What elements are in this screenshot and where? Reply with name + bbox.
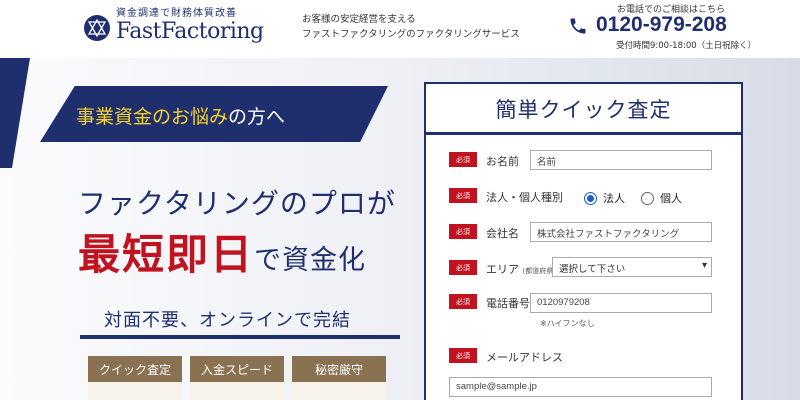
company-input[interactable]: 株式会社ファストファクタリング xyxy=(530,222,712,242)
required-badge: 必須 xyxy=(449,224,477,239)
header-desc-line: お客様の安定経営を支える xyxy=(302,14,416,25)
required-badge: 必須 xyxy=(449,348,477,363)
email-input[interactable]: sample@sample.jp xyxy=(449,377,712,397)
name-input[interactable]: 名前 xyxy=(530,150,712,170)
heading-red: 最短即日 xyxy=(78,230,255,279)
type-radio-group: 法人 個人 xyxy=(584,190,682,206)
phone-field-label: 電話番号 xyxy=(486,297,530,310)
site-header: 資金調達で財務体質改善 FastFactoring お客様の安定経営を支える フ… xyxy=(0,0,800,58)
star-logo-icon xyxy=(84,15,110,41)
area-label-text: エリア xyxy=(486,263,519,276)
badge-label: クイック査定 xyxy=(88,356,182,382)
radio-corporate[interactable] xyxy=(584,191,597,205)
phone-hours: 受付時間9:00-18:00（土日祝除く） xyxy=(616,41,757,51)
required-badge: 必須 xyxy=(449,188,477,203)
badge-label: 秘密厳守 xyxy=(292,356,386,382)
form-title-divider xyxy=(426,132,741,135)
required-badge: 必須 xyxy=(449,152,477,167)
badge-value: … xyxy=(229,388,245,400)
email-label: メールアドレス xyxy=(486,351,563,364)
required-badge: 必須 xyxy=(449,294,477,309)
feature-badge: 入金スピード … xyxy=(190,356,284,400)
company-label: 会社名 xyxy=(486,227,519,240)
radio-corporate-label: 法人 xyxy=(603,192,625,205)
feature-badge: 秘密厳守 … xyxy=(292,356,386,400)
brand-logo[interactable]: 資金調達で財務体質改善 FastFactoring xyxy=(84,8,264,44)
chevron-down-icon: ▾ xyxy=(701,260,707,271)
radio-individual-label: 個人 xyxy=(660,192,682,205)
area-note: (都道府県) xyxy=(522,267,556,275)
heading-blue: で資金化 xyxy=(254,245,367,276)
feature-badge: クイック査定 … xyxy=(88,356,182,400)
phone-number[interactable]: 0120-979-208 xyxy=(596,13,727,37)
header-description: お客様の安定経営を支える ファストファクタリングのファクタリングサービス xyxy=(302,12,520,42)
phone-hint: ※ハイフンなし xyxy=(540,319,595,328)
badge-label: 入金スピード xyxy=(190,356,284,382)
banner-highlight: 事業資金のお悩み xyxy=(76,106,229,128)
phone-input[interactable]: 0120979208 xyxy=(530,293,712,313)
hero-banner-text: 事業資金のお悩みの方へ xyxy=(76,102,285,129)
brand-name: FastFactoring xyxy=(116,19,264,44)
hero-subheading: 対面不要、オンラインで完結 xyxy=(104,310,351,331)
badge-value: … xyxy=(127,388,143,400)
hero-heading: ファクタリングのプロが xyxy=(78,187,396,220)
name-label: お名前 xyxy=(486,155,519,168)
radio-individual[interactable] xyxy=(641,191,654,205)
badge-value: … xyxy=(331,388,347,400)
hero-decor-bar xyxy=(0,58,30,168)
area-selected-value: 選択して下さい xyxy=(559,264,626,275)
feature-badges: クイック査定 … 入金スピード … 秘密厳守 … xyxy=(88,356,386,400)
phone-icon xyxy=(570,18,586,34)
area-select[interactable]: 選択して下さい ▾ xyxy=(552,257,712,277)
type-label: 法人・個人種別 xyxy=(486,191,563,204)
area-label: エリア (都道府県) xyxy=(486,261,556,277)
banner-suffix: の方へ xyxy=(228,106,286,128)
header-desc-line: ファストファクタリングのファクタリングサービス xyxy=(302,29,520,40)
form-title: 簡単クイック査定 xyxy=(495,98,672,122)
hero-underline xyxy=(80,335,400,339)
required-badge: 必須 xyxy=(449,260,477,275)
hero-heading-emphasis: 最短即日で資金化 xyxy=(78,221,366,282)
quick-assessment-form: 簡単クイック査定 必須 お名前 名前 必須 法人・個人種別 法人 個人 必須 会… xyxy=(424,82,743,400)
